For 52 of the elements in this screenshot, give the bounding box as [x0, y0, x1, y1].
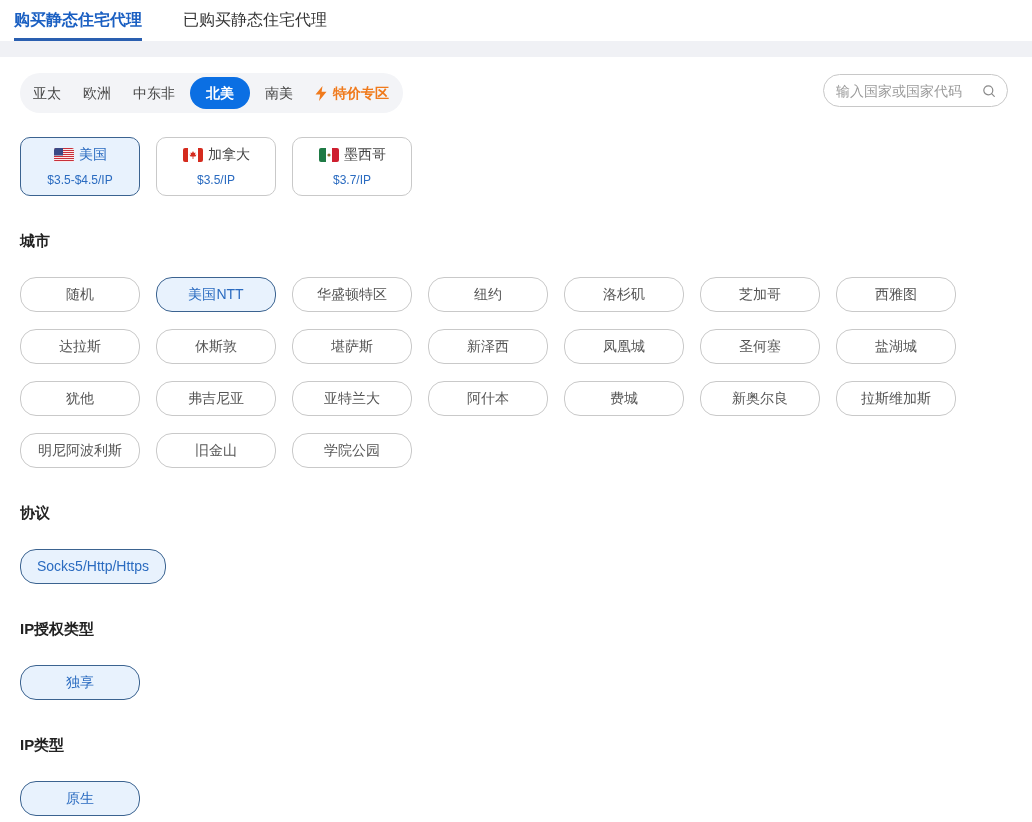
option-chip[interactable]: 费城 — [564, 381, 684, 416]
page-tab[interactable]: 已购买静态住宅代理 — [183, 1, 327, 41]
option-chip[interactable]: 圣何塞 — [700, 329, 820, 364]
search-field[interactable]: 输入国家或国家代码 — [823, 74, 1008, 107]
section-heading: IP类型 — [20, 735, 65, 755]
option-chip[interactable]: 凤凰城 — [564, 329, 684, 364]
region-tab[interactable]: 南美 — [254, 77, 304, 109]
maple-leaf-flag-icon — [182, 147, 203, 162]
option-chip[interactable]: 西雅图 — [836, 277, 956, 312]
price-label: $3.7/IP — [333, 172, 371, 189]
country-card[interactable]: 美国 $3.5-$4.5/IP — [20, 137, 140, 196]
option-chip[interactable]: 明尼阿波利斯 — [20, 433, 140, 468]
search-icon — [983, 85, 995, 97]
price-label: $3.5/IP — [197, 172, 235, 189]
country-name: 加拿大 — [207, 145, 250, 164]
option-chip[interactable]: 阿什本 — [428, 381, 548, 416]
option-chip[interactable]: 新泽西 — [428, 329, 548, 364]
option-chip[interactable]: 纽约 — [428, 277, 548, 312]
country-name: 墨西哥 — [343, 145, 386, 164]
lightning-icon — [315, 85, 327, 101]
option-chip[interactable]: 新奥尔良 — [700, 381, 820, 416]
region-tab[interactable]: 中东非 — [122, 77, 186, 109]
option-chip[interactable]: 美国NTT — [156, 277, 276, 312]
option-chip[interactable]: 原生 — [20, 781, 140, 816]
option-chip[interactable]: 独享 — [20, 665, 140, 700]
section-heading: 协议 — [20, 503, 50, 523]
option-chip[interactable]: 华盛顿特区 — [292, 277, 412, 312]
country-card[interactable]: 墨西哥 $3.7/IP — [292, 137, 412, 196]
region-tab[interactable]: 欧洲 — [72, 77, 122, 109]
option-chip[interactable]: 盐湖城 — [836, 329, 956, 364]
option-chip[interactable]: 拉斯维加斯 — [836, 381, 956, 416]
option-chip[interactable]: 随机 — [20, 277, 140, 312]
option-chip[interactable]: 休斯敦 — [156, 329, 276, 364]
option-chip[interactable]: 堪萨斯 — [292, 329, 412, 364]
region-tab[interactable]: 亚太 — [22, 77, 72, 109]
section-heading: IP授权类型 — [20, 619, 95, 639]
option-chip[interactable]: Socks5/Http/Https — [20, 549, 167, 584]
striped-flag-icon — [53, 147, 74, 162]
section-heading: 城市 — [20, 231, 50, 251]
option-chip[interactable]: 达拉斯 — [20, 329, 140, 364]
option-chip[interactable]: 犹他 — [20, 381, 140, 416]
option-chip[interactable]: 洛杉矶 — [564, 277, 684, 312]
option-chip[interactable]: 芝加哥 — [700, 277, 820, 312]
country-name: 美国 — [78, 145, 107, 164]
region-tab[interactable]: 北美 — [190, 77, 250, 109]
option-chip[interactable]: 亚特兰大 — [292, 381, 412, 416]
option-chip[interactable]: 弗吉尼亚 — [156, 381, 276, 416]
option-chip[interactable]: 学院公园 — [292, 433, 412, 468]
country-card[interactable]: 加拿大 $3.5/IP — [156, 137, 276, 196]
tricolor-flag-icon — [318, 147, 339, 162]
option-chip[interactable]: 旧金山 — [156, 433, 276, 468]
price-label: $3.5-$4.5/IP — [47, 172, 113, 189]
